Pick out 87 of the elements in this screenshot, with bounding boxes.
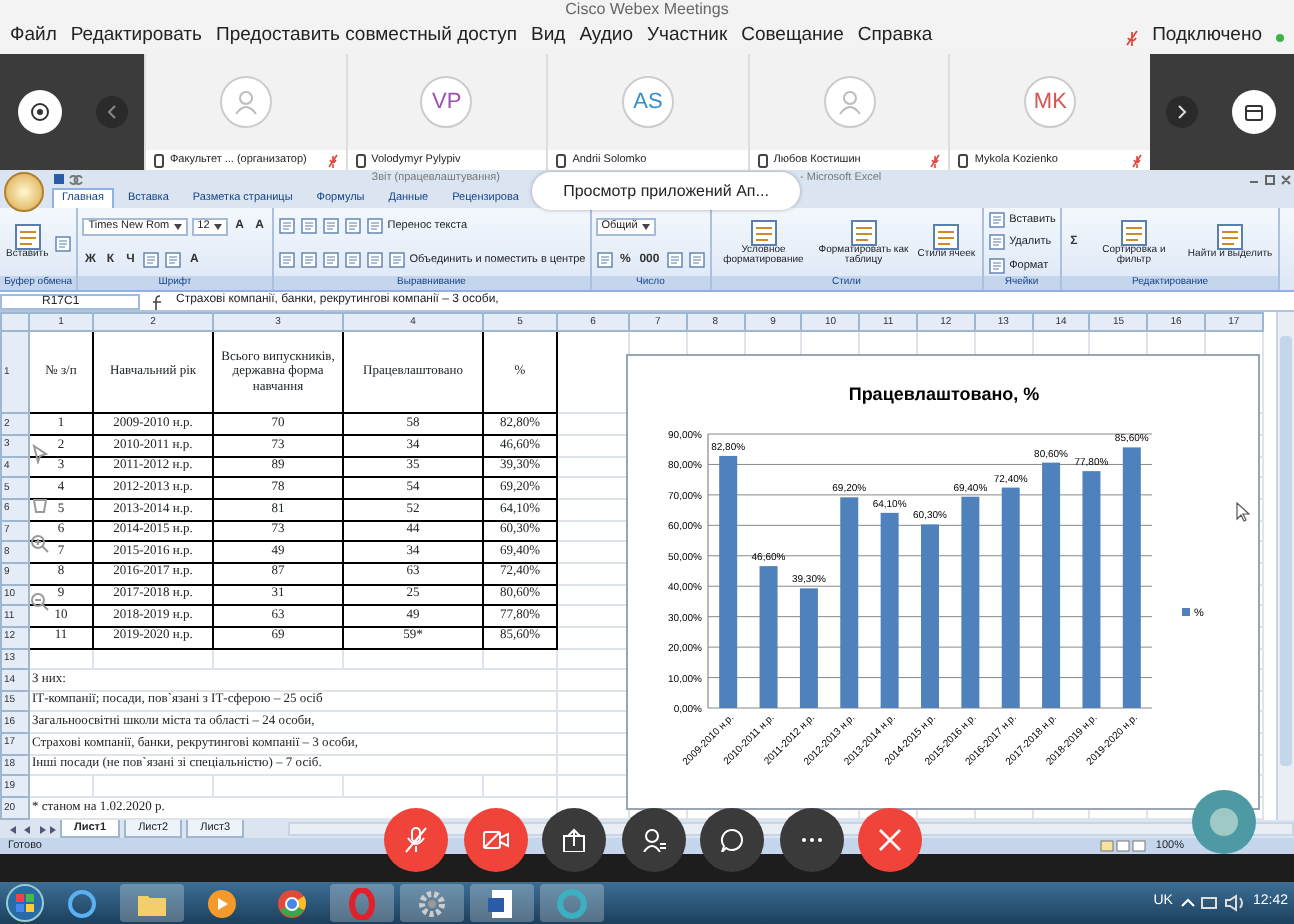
document-icon[interactable] — [321, 252, 340, 268]
person-icon — [835, 88, 864, 116]
menu-item[interactable]: Совещание — [741, 22, 844, 52]
gear-icon — [416, 887, 448, 919]
play-icon — [206, 887, 238, 919]
phone-icon — [355, 153, 366, 167]
document-icon[interactable] — [343, 252, 362, 268]
participant-initials: AS — [621, 76, 674, 128]
tooltip: Просмотр приложений Ап... — [532, 172, 800, 210]
taskbar-button[interactable] — [470, 884, 534, 922]
document-icon[interactable] — [665, 252, 684, 268]
connection-status: Подключено — [1152, 22, 1262, 51]
document-icon[interactable] — [299, 252, 318, 268]
start-icon[interactable] — [6, 884, 44, 922]
document-icon — [387, 252, 406, 268]
ring-icon — [346, 887, 378, 919]
record-button[interactable] — [17, 90, 61, 134]
participant-initials: MK — [1024, 76, 1077, 128]
menu-item[interactable]: Редактировать — [70, 22, 202, 52]
pointer-icon[interactable] — [30, 444, 50, 464]
cursor-icon — [1236, 502, 1250, 522]
caret-icon — [213, 223, 222, 229]
document-icon — [486, 887, 518, 919]
caret-icon — [641, 223, 650, 229]
zoom-out-icon[interactable] — [30, 592, 50, 612]
tray-icons[interactable] — [1178, 894, 1247, 912]
document-icon[interactable] — [321, 218, 340, 234]
person-icon — [231, 88, 260, 116]
document-icon[interactable] — [343, 218, 362, 234]
circle-icon — [556, 887, 588, 919]
scroll-left-button[interactable] — [95, 96, 127, 128]
document-icon — [747, 219, 780, 245]
sheet-nav-icon[interactable] — [8, 823, 56, 835]
document-icon[interactable] — [365, 252, 384, 268]
window-icon — [1244, 103, 1265, 121]
legend-swatch — [1182, 608, 1190, 616]
document-icon[interactable] — [595, 252, 614, 268]
window-title: Cisco Webex Meetings — [0, 0, 1294, 20]
person-icon — [641, 828, 665, 852]
menu-item[interactable]: Участник — [647, 22, 728, 52]
mic-muted-icon — [1126, 29, 1139, 45]
menu-item[interactable]: Файл — [10, 22, 57, 52]
document-icon[interactable] — [277, 218, 296, 234]
document-icon — [365, 218, 384, 234]
caret-icon — [173, 223, 182, 229]
document-icon — [11, 224, 44, 251]
close-icon — [878, 828, 902, 852]
globe-icon — [66, 887, 98, 919]
record-icon — [29, 102, 49, 122]
document-icon[interactable] — [299, 218, 318, 234]
scrollbar[interactable] — [1276, 312, 1294, 820]
document-icon — [987, 212, 1006, 229]
menu-item[interactable]: Предоставить совместный доступ — [215, 22, 518, 52]
view-icon[interactable] — [1099, 840, 1148, 852]
layout-button[interactable] — [1232, 90, 1277, 134]
bar — [799, 588, 818, 708]
zoom-in-icon[interactable] — [30, 534, 50, 554]
menu-item[interactable]: Аудио — [579, 22, 634, 52]
document-icon[interactable] — [164, 252, 183, 268]
window-controls-icon[interactable] — [1246, 173, 1294, 185]
bubble-icon — [1208, 806, 1240, 838]
document-icon — [1214, 224, 1247, 251]
share-icon — [562, 828, 586, 852]
scroll-right-button[interactable] — [1166, 96, 1199, 128]
mic-muted-icon — [404, 826, 428, 854]
phone-icon — [958, 153, 969, 167]
participant-initials: VP — [420, 76, 473, 128]
document-icon — [1117, 219, 1150, 245]
document-icon[interactable] — [277, 252, 296, 268]
document-icon[interactable] — [687, 252, 706, 268]
document-icon — [847, 219, 880, 245]
document-icon[interactable] — [54, 235, 73, 251]
document-icon — [987, 234, 1006, 251]
bar — [759, 566, 778, 708]
camera-off-icon — [481, 830, 509, 850]
menu-item[interactable]: Вид — [531, 22, 566, 52]
document-icon — [930, 224, 963, 251]
arrow-right-icon — [1176, 104, 1189, 120]
chart-title: Працевлаштовано, % — [848, 384, 1040, 404]
phone-icon — [556, 153, 567, 167]
document-icon[interactable] — [142, 252, 161, 268]
document-icon — [987, 257, 1006, 274]
color-wheel-icon — [276, 887, 308, 919]
menu-item[interactable]: Справка — [857, 22, 933, 52]
arrow-left-icon — [105, 104, 117, 120]
chat-icon — [720, 828, 744, 852]
bucket-icon[interactable] — [30, 494, 50, 514]
